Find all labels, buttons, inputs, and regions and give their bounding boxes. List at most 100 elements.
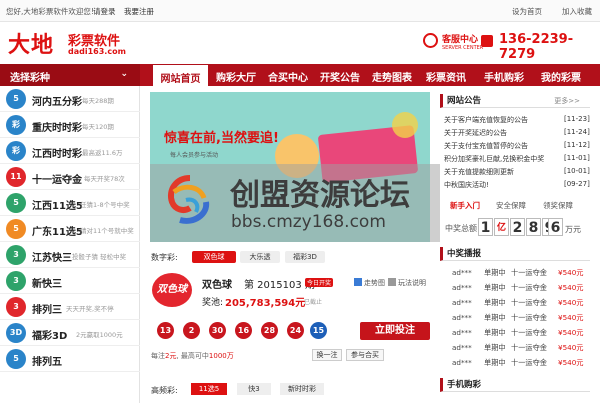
- sidebar-item-label: 十一运夺金: [32, 175, 82, 186]
- sidebar-item-fc3d[interactable]: 3D 福彩3D 2元赢取1000元: [0, 320, 140, 346]
- red-ball: 28: [261, 322, 278, 339]
- tab-fc3d[interactable]: 福彩3D: [285, 251, 325, 263]
- sidebar-item-jx-11x5[interactable]: 5 江西11选5 任猜1-8个号中奖: [0, 190, 140, 216]
- headset-icon: [423, 33, 438, 48]
- help-icon: [388, 278, 396, 286]
- register-link[interactable]: 我要注册: [124, 6, 154, 17]
- sidebar-item-gd-11x5[interactable]: 5 广东11选5 猜对11个号就中奖: [0, 216, 140, 242]
- notice-date: [11-12]: [564, 141, 590, 149]
- nav-item-lobby[interactable]: 购彩大厅: [210, 64, 262, 86]
- sidebar-item-js-k3[interactable]: 3 江苏快三 投骰子猜 轻松中奖: [0, 242, 140, 268]
- notice-date: [11-23]: [564, 115, 590, 123]
- sidebar-item-jx-ssc[interactable]: 彩 江西时时彩 最高返11.6万: [0, 138, 140, 164]
- tab-ssq[interactable]: 双色球: [192, 251, 236, 263]
- tab-prize-guarantee[interactable]: 领奖保障: [543, 200, 573, 211]
- tab-security[interactable]: 安全保障: [496, 200, 526, 211]
- lottery-type-select[interactable]: 选择彩种 ⌄: [0, 64, 140, 86]
- sidebar-item-label: 重庆时时彩: [32, 123, 82, 134]
- total-prize-label: 中奖总额: [445, 224, 477, 233]
- notice-date: [11-24]: [564, 128, 590, 136]
- sidebar-item-desc: 最高返11.6万: [82, 149, 123, 157]
- notice-item[interactable]: 关于客户端充值恢复的公告: [444, 115, 528, 125]
- sidebar-item-label: 江西时时彩: [32, 149, 82, 160]
- banner-decoration: [392, 112, 418, 138]
- sidebar-item-cq-ssc[interactable]: 彩 重庆时时彩 每天120期: [0, 112, 140, 138]
- nav-item-trends[interactable]: 走势图表: [366, 64, 418, 86]
- service-center-subtitle: SERVER CENTER: [442, 45, 484, 51]
- trend-chart-link[interactable]: 走势图: [364, 278, 385, 288]
- login-link[interactable]: 请登录: [93, 6, 116, 17]
- lottery-ball-icon: 11: [6, 167, 26, 187]
- set-home-link[interactable]: 设为首页: [512, 6, 542, 17]
- sidebar-item-label: 排列五: [32, 357, 62, 368]
- sidebar-item-desc: 天天开奖,奖不停: [66, 305, 114, 313]
- bet-note: 每注2元, 最高可中1000万: [151, 352, 234, 360]
- today-draw-badge: 今日开奖: [305, 278, 334, 287]
- sidebar-item-label: 河内五分彩: [32, 97, 82, 108]
- red-ball: 30: [209, 322, 226, 339]
- phone-number: 136-2239-7279: [499, 32, 574, 62]
- lottery-ball-icon: 3: [6, 245, 26, 265]
- sidebar-item-label: 广东11选5: [32, 227, 83, 238]
- tab-new-ssc[interactable]: 新时时彩: [280, 383, 324, 395]
- logo[interactable]: 大地: [8, 27, 54, 59]
- sidebar-item-label: 江西11选5: [32, 201, 83, 212]
- random-pick-button[interactable]: 换一注: [312, 349, 342, 361]
- chart-icon: [354, 278, 362, 286]
- site-header: 大地 彩票软件 dadi163.com 客服中心 SERVER CENTER 1…: [0, 22, 600, 64]
- sidebar-item-desc: 猜对11个号就中奖: [80, 227, 134, 235]
- notice-item[interactable]: 关于开奖延迟的公告: [444, 128, 507, 138]
- notice-more-link[interactable]: 更多>>: [554, 96, 580, 106]
- winner-row: ad*** 单期中 十一运夺金 ¥540元: [452, 358, 584, 367]
- service-center-title[interactable]: 客服中心: [442, 32, 478, 45]
- lottery-ball-icon: 5: [6, 219, 26, 239]
- lottery-type-label: 选择彩种: [10, 73, 50, 84]
- notice-item[interactable]: 关于充值提款细则更新: [444, 167, 514, 177]
- nav-item-mobile[interactable]: 手机购彩: [476, 64, 532, 86]
- lottery-sidebar: 5 河内五分彩 每天288期 彩 重庆时时彩 每天120期 彩 江西时时彩 最高…: [0, 86, 140, 403]
- sidebar-item-label: 福彩3D: [32, 331, 68, 342]
- add-favorite-link[interactable]: 加入收藏: [562, 6, 592, 17]
- sidebar-item-pl5[interactable]: 5 排列五: [0, 346, 140, 372]
- bet-now-button[interactable]: 立即投注: [360, 322, 430, 340]
- nav-item-news[interactable]: 彩票资讯: [418, 64, 474, 86]
- closed-status: 已截止: [304, 299, 323, 306]
- logo-url: dadi163.com: [68, 47, 126, 56]
- banner-title: 惊喜在前,当然要追!: [164, 131, 279, 146]
- ssq-logo: 双色球: [152, 273, 192, 307]
- hf-lottery-label: 高频彩:: [151, 386, 178, 395]
- tab-11x5[interactable]: 11选5: [191, 383, 227, 395]
- nav-item-my-lottery[interactable]: 我的彩票: [533, 64, 589, 86]
- sidebar-item-label: 江苏快三: [32, 253, 72, 264]
- sidebar-item-pl3[interactable]: 3 排列三 天天开奖,奖不停: [0, 294, 140, 320]
- sidebar-item-label: 排列三: [32, 305, 62, 316]
- winner-row: ad*** 单期中 十一运夺金 ¥540元: [452, 268, 584, 277]
- sidebar-item-new-k3[interactable]: 3 新快三: [0, 268, 140, 294]
- sidebar-item-11yun[interactable]: 11 十一运夺金 每天开奖78次: [0, 164, 140, 190]
- sidebar-item-desc: 每天开奖78次: [84, 175, 125, 183]
- tab-beginner[interactable]: 新手入门: [450, 200, 480, 211]
- notice-date: [11-01]: [564, 154, 590, 162]
- notice-item[interactable]: 积分加奖豪礼巨献,兑换积金中奖: [444, 154, 544, 164]
- tab-dlt[interactable]: 大乐透: [240, 251, 280, 263]
- tab-k3[interactable]: 快3: [237, 383, 271, 395]
- nav-item-group-buy[interactable]: 合买中心: [262, 64, 314, 86]
- notice-item[interactable]: 中秋国庆活动!: [444, 180, 489, 190]
- red-ball: 24: [287, 322, 304, 339]
- red-ball: 16: [235, 322, 252, 339]
- notice-item[interactable]: 关于支付宝充值暂停的公告: [444, 141, 528, 151]
- jackpot-value: 205,783,594元: [225, 298, 306, 309]
- lottery-ball-icon: 彩: [6, 115, 26, 135]
- phone-icon: [481, 35, 493, 47]
- lottery-ball-icon: 5: [6, 89, 26, 109]
- lottery-ball-icon: 5: [6, 349, 26, 369]
- rules-link[interactable]: 玩法说明: [398, 278, 426, 288]
- nav-item-results[interactable]: 开奖公告: [314, 64, 366, 86]
- join-group-buy-button[interactable]: 参与合买: [346, 349, 384, 361]
- watermark-logo-icon: [168, 175, 210, 224]
- counter-unit-yi: 亿: [494, 218, 509, 236]
- sidebar-item-hanoi5[interactable]: 5 河内五分彩 每天288期: [0, 86, 140, 112]
- sidebar-item-desc: 2元赢取1000元: [76, 331, 123, 339]
- red-ball: 13: [157, 322, 174, 339]
- nav-item-home[interactable]: 网站首页: [152, 64, 209, 86]
